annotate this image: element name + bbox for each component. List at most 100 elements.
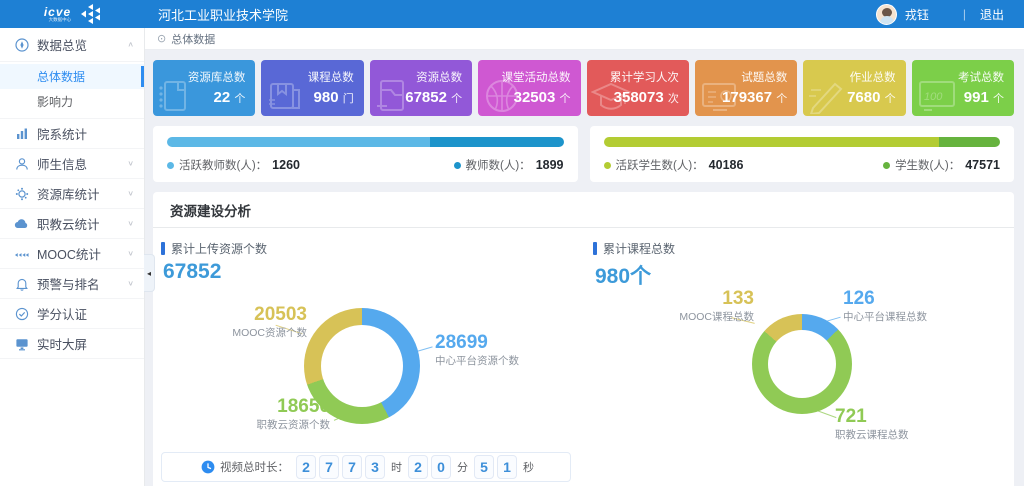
- resource-analysis-panel: 资源建设分析 累计上传资源个数 67852: [153, 192, 1014, 486]
- hour-unit: 时: [391, 459, 402, 475]
- hour-digit: 7: [342, 455, 362, 479]
- gear-icon: [14, 186, 29, 201]
- sidebar-item-mooc-stats[interactable]: MOOC统计 ∨: [0, 239, 144, 269]
- svg-text:100: 100: [924, 91, 943, 103]
- user-area: 戎钰 | 退出: [876, 4, 1004, 25]
- stat-card-courses: 课程总数 980 门: [261, 60, 363, 116]
- second-digit: 5: [474, 455, 494, 479]
- stat-card-assignments: 作业总数 7680 个: [803, 60, 905, 116]
- logout-button[interactable]: 退出: [980, 6, 1004, 23]
- collapse-arrow-icon: ◂: [147, 269, 151, 278]
- teacher-progress-bar: [167, 137, 564, 147]
- second-unit: 秒: [523, 459, 534, 475]
- sidebar-item-influence[interactable]: 影响力: [0, 89, 144, 114]
- stat-card-learning-sessions: 累计学习人次 358073 次: [587, 60, 689, 116]
- hour-digit: 2: [296, 455, 316, 479]
- sidebar-item-credit-certification[interactable]: 学分认证: [0, 299, 144, 329]
- sidebar-item-label: 院系统计: [37, 124, 134, 143]
- sidebar-item-data-overview[interactable]: 数据总览 ∧: [0, 28, 144, 62]
- stat-card-exams: 100 考试总数 991 个: [912, 60, 1014, 116]
- active-students-segment: [604, 137, 939, 147]
- student-progress-bar: [604, 137, 1001, 147]
- stat-card-resource-libraries: 资源库总数 22 个: [153, 60, 255, 116]
- subtitle-text: 累计上传资源个数: [171, 240, 267, 257]
- resources-total-number: 67852: [163, 260, 221, 284]
- cloud-icon: [14, 216, 29, 231]
- stat-card-unit: 个: [560, 93, 571, 105]
- stat-card-test-questions: 试题总数 179367 个: [695, 60, 797, 116]
- sidebar-item-resource-library-stats[interactable]: 资源库统计 ∨: [0, 179, 144, 209]
- stat-card-value: 991: [964, 89, 989, 106]
- sidebar-item-label: 资源库统计: [37, 184, 127, 203]
- stat-card-resources: 资源总数 67852 个: [370, 60, 472, 116]
- stat-card-unit: 个: [993, 93, 1004, 105]
- app-logo[interactable]: icve 大数据中心: [0, 4, 145, 24]
- courses-donut-chart: [752, 314, 852, 414]
- legend-value: 40186: [709, 158, 744, 172]
- clock-icon: [201, 460, 215, 474]
- sidebar-item-teacher-student-info[interactable]: 师生信息 ∨: [0, 149, 144, 179]
- sidebar-item-vocational-cloud-stats[interactable]: 职教云统计 ∨: [0, 209, 144, 239]
- minute-digit: 0: [431, 455, 451, 479]
- check-badge-icon: [14, 306, 29, 321]
- chevron-down-icon: ∨: [127, 159, 134, 168]
- school-title: 河北工业职业技术学院: [158, 5, 288, 24]
- legend-value: 1899: [536, 158, 564, 172]
- stat-card-label: 试题总数: [695, 69, 787, 85]
- stat-card-value: 67852: [405, 89, 447, 106]
- minute-digit: 2: [408, 455, 428, 479]
- logo-sub-text: 大数据中心: [44, 18, 71, 23]
- sidebar-item-label: 实时大屏: [37, 334, 134, 353]
- user-avatar[interactable]: [876, 4, 897, 25]
- chart-subtitle: 累计课程总数: [593, 240, 675, 257]
- analysis-panel-title: 资源建设分析: [153, 192, 1014, 228]
- stat-card-label: 作业总数: [803, 69, 895, 85]
- teacher-progress-panel: 活跃教师数(人)： 1260 教师数(人)： 1899: [153, 126, 578, 182]
- sidebar-item-realtime-screen[interactable]: 实时大屏: [0, 329, 144, 359]
- chevron-down-icon: ∨: [127, 249, 134, 258]
- stat-card-class-activities: 课堂活动总数 32503 个: [478, 60, 580, 116]
- breadcrumb: ⊙ 总体数据: [145, 28, 1024, 50]
- mooc-courses-label: 133 MOOC课程总数: [679, 288, 754, 323]
- active-teachers-legend: 活跃教师数(人)： 1260: [167, 157, 300, 173]
- chevron-down-icon: ∨: [127, 219, 134, 228]
- active-teachers-segment: [167, 137, 430, 147]
- sidebar-collapse-handle[interactable]: ◂: [144, 254, 155, 292]
- mooc-icon: [14, 246, 29, 261]
- stat-card-unit: 次: [668, 93, 679, 105]
- hour-digit: 3: [365, 455, 385, 479]
- chevron-up-icon: ∧: [127, 40, 134, 49]
- legend-value: 47571: [965, 158, 1000, 172]
- logo-text: icve 大数据中心: [44, 6, 71, 23]
- second-digit: 1: [497, 455, 517, 479]
- bar-chart-icon: [14, 126, 29, 141]
- sidebar-item-label: 职教云统计: [37, 214, 127, 233]
- submenu-item-label: 总体数据: [37, 68, 85, 85]
- stat-card-unit: 个: [451, 93, 462, 105]
- sidebar-item-warning-ranking[interactable]: 预警与排名 ∨: [0, 269, 144, 299]
- active-teachers-dot: [167, 162, 174, 169]
- total-students-dot: [883, 162, 890, 169]
- subtitle-bar-mark: [593, 242, 597, 255]
- topbar: icve 大数据中心 河北工业职业技术学院 戎钰 | 退出: [0, 0, 1024, 28]
- video-duration-label: 视频总时长：: [201, 459, 289, 475]
- stat-card-unit: 个: [776, 93, 787, 105]
- sidebar-item-label: 预警与排名: [37, 274, 127, 293]
- progress-row: 活跃教师数(人)： 1260 教师数(人)： 1899: [153, 126, 1014, 182]
- stat-card-label: 课程总数: [261, 69, 353, 85]
- chevron-down-icon: ∨: [127, 189, 134, 198]
- logo-main-text: icve: [44, 6, 71, 18]
- total-teachers-dot: [454, 162, 461, 169]
- user-icon: [14, 156, 29, 171]
- sidebar-item-label: MOOC统计: [37, 244, 127, 263]
- active-students-legend: 活跃学生数(人)： 40186: [604, 157, 744, 173]
- center-platform-resources-label: 28699 中心平台资源个数: [435, 332, 519, 367]
- center-platform-courses-label: 126 中心平台课程总数: [843, 288, 927, 323]
- bell-icon: [14, 276, 29, 291]
- stat-card-value: 980: [314, 89, 339, 106]
- sidebar-item-college-stats[interactable]: 院系统计: [0, 119, 144, 149]
- courses-total-number: 980个: [595, 260, 651, 290]
- sidebar-item-overall-data[interactable]: 总体数据: [0, 64, 144, 89]
- legend-label: 活跃学生数(人)：: [616, 157, 704, 173]
- vocational-cloud-resources-label: 18650 职教云资源个数: [257, 396, 331, 431]
